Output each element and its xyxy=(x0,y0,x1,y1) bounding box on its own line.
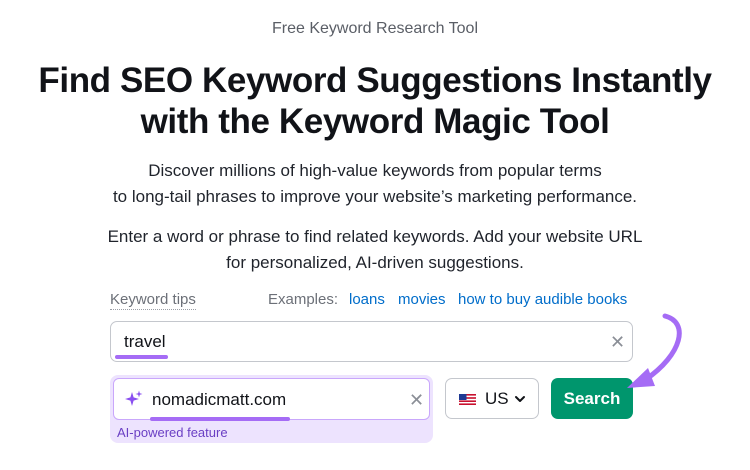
instructions: Enter a word or phrase to find related k… xyxy=(0,224,750,276)
website-url-input[interactable]: nomadicmatt.com ✕ xyxy=(113,378,430,421)
instructions-line-1: Enter a word or phrase to find related k… xyxy=(107,227,643,246)
chevron-down-icon xyxy=(515,396,525,402)
eyebrow-text: Free Keyword Research Tool xyxy=(271,20,479,37)
page-title-line-2: with the Keyword Magic Tool xyxy=(140,102,610,141)
description-line-2: to long-tail phrases to improve your web… xyxy=(112,187,638,206)
page-title: Find SEO Keyword Suggestions Instantly w… xyxy=(0,60,750,142)
website-url-value[interactable]: nomadicmatt.com xyxy=(152,390,286,410)
country-code: US xyxy=(485,389,509,408)
page-title-line-1: Find SEO Keyword Suggestions Instantly xyxy=(38,61,712,100)
pointer-arrow-icon xyxy=(627,313,682,388)
description-line-1: Discover millions of high-value keywords… xyxy=(148,161,602,180)
sparkle-icon xyxy=(125,390,143,406)
instructions-line-2: for personalized, AI-driven suggestions. xyxy=(226,253,524,272)
example-link-movies[interactable]: movies xyxy=(398,291,446,308)
tips-row: Keyword tips Examples: loans movies how … xyxy=(110,291,650,311)
keyword-tips-link[interactable]: Keyword tips xyxy=(110,291,196,310)
keyword-input-value[interactable]: travel xyxy=(124,332,166,352)
ai-feature-caption: AI-powered feature xyxy=(117,425,228,440)
example-link-audible-books[interactable]: how to buy audible books xyxy=(458,291,627,308)
keyword-highlight xyxy=(115,355,168,359)
description: Discover millions of high-value keywords… xyxy=(0,158,750,210)
country-select[interactable]: US xyxy=(445,378,539,419)
example-link-loans[interactable]: loans xyxy=(349,291,385,308)
us-flag-icon xyxy=(459,394,476,405)
ai-url-field-group: nomadicmatt.com ✕ AI-powered feature xyxy=(110,375,433,443)
url-highlight xyxy=(150,417,290,421)
keyword-input[interactable]: travel ✕ xyxy=(110,321,633,362)
examples-label: Examples: xyxy=(268,291,339,308)
close-icon[interactable]: ✕ xyxy=(409,391,424,409)
